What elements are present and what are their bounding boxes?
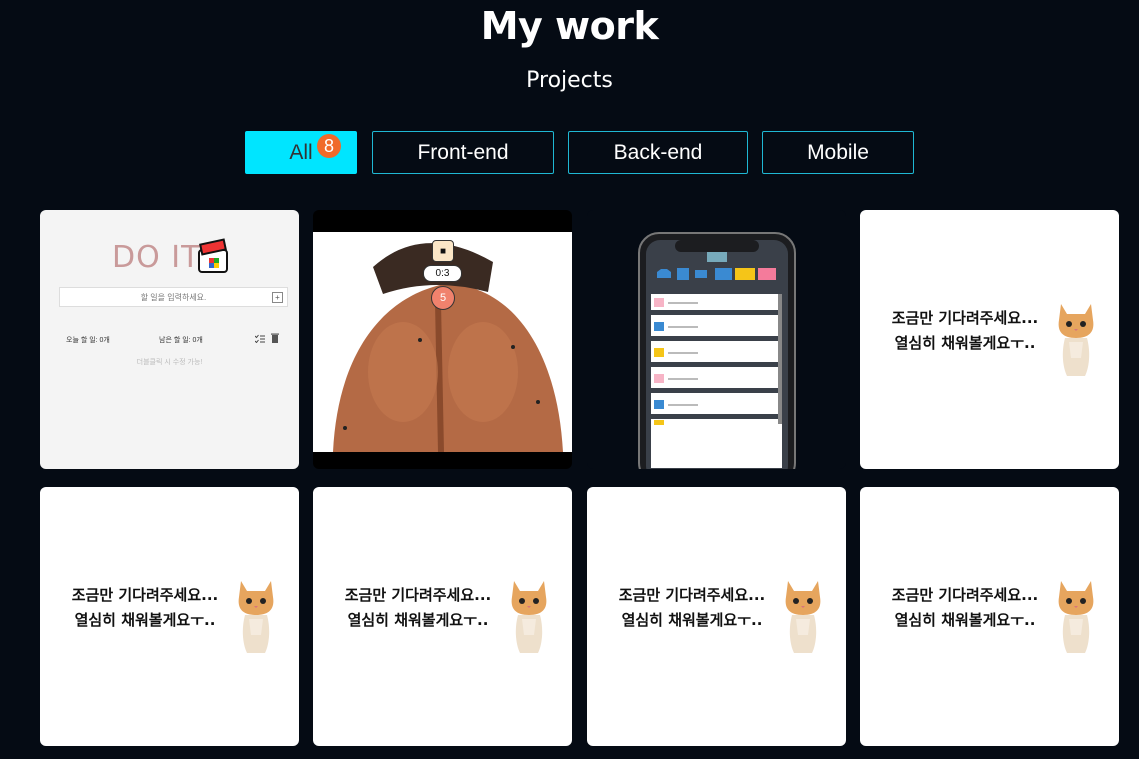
placeholder-line-2: 열심히 채워볼게요ㅜ.. bbox=[74, 611, 216, 629]
placeholder-line-2: 열심히 채워볼게요ㅜ.. bbox=[894, 611, 1036, 629]
kitten-image bbox=[785, 581, 821, 653]
add-icon[interactable]: + bbox=[272, 292, 283, 303]
placeholder-line-2: 열심히 채워볼게요ㅜ.. bbox=[621, 611, 763, 629]
filter-mobile-label: Mobile bbox=[807, 140, 869, 164]
filter-back-end-button[interactable]: Back-end bbox=[568, 131, 748, 174]
placeholder-line-1: 조금만 기다려주세요... bbox=[891, 309, 1039, 327]
edit-hint: 더블클릭 시 수정 가능! bbox=[136, 359, 203, 366]
kitten-image bbox=[1058, 581, 1094, 653]
todo-input[interactable]: 할 일을 입력하세요. + bbox=[59, 287, 288, 307]
placeholder-line-1: 조금만 기다려주세요... bbox=[618, 586, 766, 604]
project-count-badge: 8 bbox=[317, 134, 341, 158]
remaining-count: 남은 할 일: 0개 bbox=[159, 337, 203, 344]
filter-mobile-button[interactable]: Mobile bbox=[762, 131, 914, 174]
todo-input-placeholder: 할 일을 입력하세요. bbox=[140, 292, 207, 302]
category-filters: All 8 Front-end Back-end Mobile bbox=[0, 131, 1139, 174]
placeholder-line-1: 조금만 기다려주세요... bbox=[71, 586, 219, 604]
kitten-image bbox=[511, 581, 547, 653]
project-card-placeholder[interactable]: 조금만 기다려주세요... 열심히 채워볼게요ㅜ.. bbox=[40, 487, 299, 746]
placeholder-line-1: 조금만 기다려주세요... bbox=[344, 586, 492, 604]
page-title: My work bbox=[480, 4, 659, 48]
todo-app-title: DO IT bbox=[112, 240, 201, 275]
project-card-todo[interactable]: DO IT 할 일을 입력하세요. + 오늘 할 일: 0개 남은 할 일: 0… bbox=[40, 210, 299, 469]
project-card-placeholder[interactable]: 조금만 기다려주세요... 열심히 채워볼게요ㅜ.. bbox=[860, 210, 1119, 469]
filter-all-label: All bbox=[289, 140, 313, 164]
today-count: 오늘 할 일: 0개 bbox=[66, 337, 110, 344]
project-card-placeholder[interactable]: 조금만 기다려주세요... 열심히 채워볼게요ㅜ.. bbox=[313, 487, 572, 746]
kitten-image bbox=[238, 581, 274, 653]
filter-all-button[interactable]: All 8 bbox=[245, 131, 357, 174]
gift-box-icon bbox=[198, 238, 228, 273]
project-card-placeholder[interactable]: 조금만 기다려주세요... 열심히 채워볼게요ㅜ.. bbox=[860, 487, 1119, 746]
filter-front-end-button[interactable]: Front-end bbox=[372, 131, 554, 174]
project-card-shopping-app[interactable] bbox=[587, 210, 846, 469]
page-subtitle: Projects bbox=[526, 68, 613, 93]
filter-back-end-label: Back-end bbox=[613, 140, 703, 164]
trash-icon[interactable] bbox=[271, 333, 279, 343]
checklist-icon[interactable] bbox=[255, 334, 265, 343]
project-card-back-game[interactable]: ■ 0:3 5 bbox=[313, 210, 572, 469]
kitten-image bbox=[1058, 304, 1094, 376]
placeholder-line-2: 열심히 채워볼게요ㅜ.. bbox=[894, 334, 1036, 352]
stop-icon[interactable]: ■ bbox=[432, 240, 454, 262]
filter-front-end-label: Front-end bbox=[417, 140, 509, 164]
game-score: 5 bbox=[431, 286, 455, 310]
placeholder-line-1: 조금만 기다려주세요... bbox=[891, 586, 1039, 604]
phone-mockup-image bbox=[638, 232, 796, 469]
game-timer: 0:3 bbox=[423, 265, 462, 282]
placeholder-line-2: 열심히 채워볼게요ㅜ.. bbox=[347, 611, 489, 629]
project-card-placeholder[interactable]: 조금만 기다려주세요... 열심히 채워볼게요ㅜ.. bbox=[587, 487, 846, 746]
